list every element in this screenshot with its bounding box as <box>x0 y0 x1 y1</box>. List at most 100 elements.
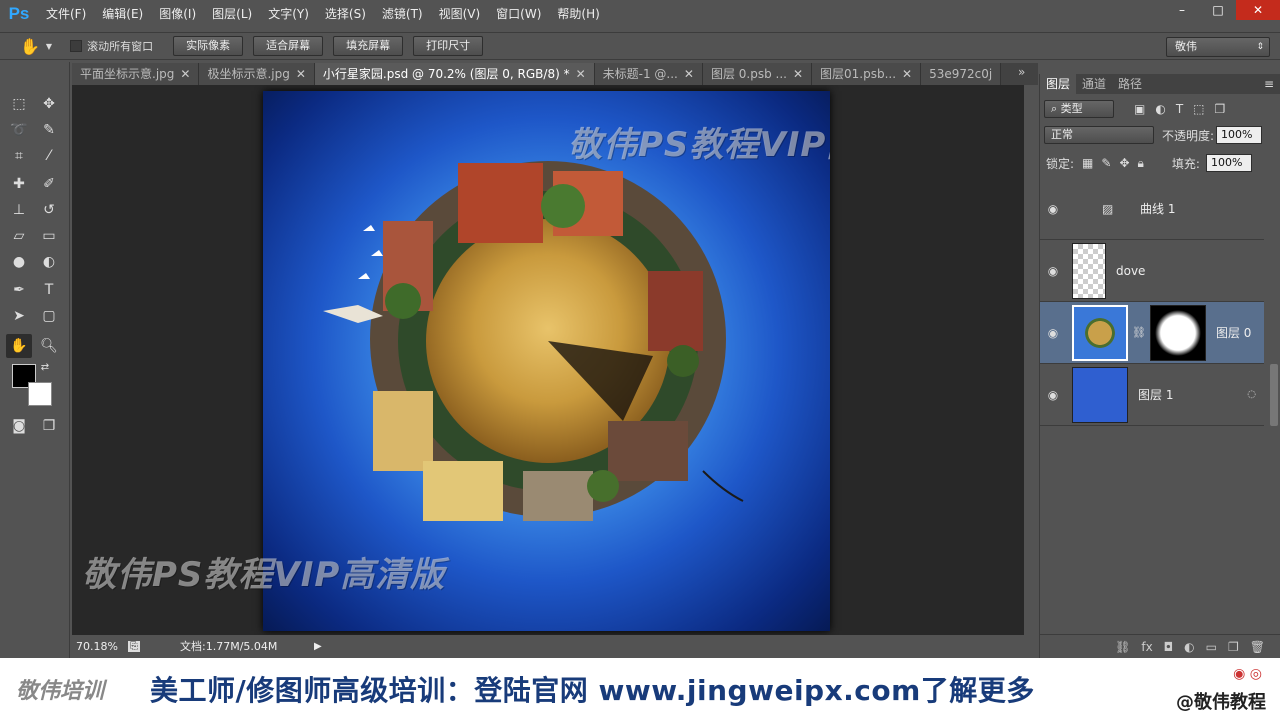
minimize-button[interactable]: – <box>1164 0 1200 20</box>
menu-layer[interactable]: 图层(L) <box>204 0 260 28</box>
filter-smart-icon[interactable]: ❐ <box>1215 102 1226 116</box>
eye-icon[interactable]: ◉ <box>1040 326 1066 340</box>
blur-tool-icon[interactable]: ● <box>6 250 32 274</box>
tabs-overflow-icon[interactable]: » <box>1018 65 1025 79</box>
lock-transparent-icon[interactable]: ▦ <box>1082 156 1093 170</box>
link-layers-icon[interactable]: ⛓ <box>1115 640 1130 654</box>
screen-mode-icon[interactable]: ❐ <box>36 414 62 438</box>
menu-filter[interactable]: 滤镜(T) <box>374 0 431 28</box>
menu-image[interactable]: 图像(I) <box>151 0 204 28</box>
move-tool-icon[interactable]: ✥ <box>36 92 62 116</box>
tab-doc[interactable]: 图层 0.psb ... ✕ <box>702 63 813 85</box>
eye-icon[interactable]: ◉ <box>1040 388 1066 402</box>
layer-row[interactable]: ◉ 图层 1 ◌ <box>1040 364 1264 426</box>
close-icon[interactable]: ✕ <box>793 63 803 85</box>
layers-scrollbar[interactable] <box>1270 364 1278 426</box>
lock-all-icon[interactable]: 🔒︎ <box>1138 156 1144 171</box>
tab-doc[interactable]: 极坐标示意.jpg ✕ <box>199 63 315 85</box>
tab-doc[interactable]: 平面坐标示意.jpg ✕ <box>72 63 200 85</box>
shape-tool-icon[interactable]: ▢ <box>36 304 62 328</box>
menu-window[interactable]: 窗口(W) <box>488 0 549 28</box>
eye-icon[interactable]: ◉ <box>1040 264 1066 278</box>
tab-layers[interactable]: 图层 <box>1040 74 1077 94</box>
gradient-tool-icon[interactable]: ▭ <box>36 224 62 248</box>
options-bar: ✋ ▼ 滚动所有窗口 实际像素 适合屏幕 填充屏幕 打印尺寸 敬伟 ⇕ <box>0 32 1280 60</box>
fill-input[interactable]: 100% <box>1205 154 1252 172</box>
status-menu-icon[interactable]: ▶ <box>314 641 322 652</box>
filter-kind-select[interactable]: ⌕ 类型 <box>1044 100 1114 118</box>
marquee-tool-icon[interactable]: ⬚ <box>6 92 32 116</box>
eyedropper-tool-icon[interactable]: ⁄ <box>36 144 62 168</box>
brush-tool-icon[interactable]: ✐ <box>36 172 62 196</box>
path-select-icon[interactable]: ➤ <box>6 304 32 328</box>
fx-icon[interactable]: fx <box>1141 640 1152 654</box>
zoom-level[interactable]: 70.18% <box>76 640 120 653</box>
history-brush-icon[interactable]: ↺ <box>36 198 62 222</box>
clone-stamp-icon[interactable]: ⊥ <box>6 198 32 222</box>
background-color-swatch[interactable] <box>28 382 52 406</box>
filter-shape-icon[interactable]: ⬚ <box>1193 102 1204 116</box>
adjustment-layer-icon[interactable]: ◐ <box>1184 640 1194 654</box>
opacity-input[interactable]: 100% <box>1216 126 1263 144</box>
layer-row[interactable]: ◉ dove <box>1040 240 1264 302</box>
close-icon[interactable]: ✕ <box>576 63 586 85</box>
lasso-tool-icon[interactable]: ➰ <box>6 118 32 142</box>
close-icon[interactable]: ✕ <box>902 63 912 85</box>
tab-doc[interactable]: 图层01.psb... ✕ <box>812 63 922 85</box>
pen-tool-icon[interactable]: ✒ <box>6 278 32 302</box>
panel-menu-icon[interactable]: ≡ <box>1264 77 1274 91</box>
crop-tool-icon[interactable]: ⌗ <box>6 144 32 168</box>
tab-doc[interactable]: 未标题-1 @... ✕ <box>594 63 703 85</box>
menu-view[interactable]: 视图(V) <box>431 0 489 28</box>
lock-position-icon[interactable]: ✥ <box>1119 156 1129 170</box>
lock-paint-icon[interactable]: ✎ <box>1101 156 1111 170</box>
tab-doc[interactable]: 53e972c0j <box>921 63 1002 85</box>
filter-adjust-icon[interactable]: ◐ <box>1155 102 1165 116</box>
fit-screen-button[interactable]: 适合屏幕 <box>253 36 324 56</box>
filter-type-icon[interactable]: T <box>1176 102 1183 116</box>
scroll-all-checkbox[interactable] <box>70 40 83 52</box>
eye-icon[interactable]: ◉ <box>1040 202 1066 216</box>
menu-file[interactable]: 文件(F) <box>38 0 94 28</box>
canvas-area[interactable]: 敬伟PS教程VIP高清版 敬伟PS教程VIP高清版 <box>72 85 1024 635</box>
menu-select[interactable]: 选择(S) <box>317 0 374 28</box>
hand-tool-preset-icon[interactable]: ✋ <box>20 37 40 56</box>
tab-paths[interactable]: 路径 <box>1112 74 1148 94</box>
fill-screen-button[interactable]: 填充屏幕 <box>333 36 404 56</box>
add-mask-icon[interactable]: ◘ <box>1164 640 1174 654</box>
close-button[interactable]: ✕ <box>1236 0 1280 20</box>
quick-select-tool-icon[interactable]: ✎ <box>36 118 62 142</box>
layer-row-selected[interactable]: ◉ ⛓ 图层 0 <box>1040 302 1264 364</box>
smart-filter-icon[interactable]: ◌ <box>1247 389 1256 400</box>
new-layer-icon[interactable]: ❐ <box>1228 640 1239 654</box>
mask-link-icon[interactable]: ⛓ <box>1132 326 1146 339</box>
menu-type[interactable]: 文字(Y) <box>260 0 317 28</box>
zoom-tool-icon[interactable]: 🔍︎ <box>36 334 62 358</box>
dodge-tool-icon[interactable]: ◐ <box>36 250 62 274</box>
actual-pixels-button[interactable]: 实际像素 <box>173 36 244 56</box>
preset-dropdown-icon[interactable]: ▼ <box>46 42 52 51</box>
print-size-button[interactable]: 打印尺寸 <box>413 36 484 56</box>
menu-edit[interactable]: 编辑(E) <box>94 0 151 28</box>
close-icon[interactable]: ✕ <box>684 63 694 85</box>
tab-doc-active[interactable]: 小行星家园.psd @ 70.2% (图层 0, RGB/8) * ✕ <box>314 63 595 85</box>
eraser-tool-icon[interactable]: ▱ <box>6 224 32 248</box>
swap-colors-icon[interactable]: ⇄ <box>38 360 52 374</box>
new-group-icon[interactable]: ▭ <box>1206 640 1217 654</box>
healing-brush-icon[interactable]: ✚ <box>6 172 32 196</box>
quick-mask-icon[interactable]: ◙ <box>6 414 32 438</box>
close-icon[interactable]: ✕ <box>296 63 306 85</box>
export-icon[interactable]: ⎘ <box>128 640 140 652</box>
close-icon[interactable]: ✕ <box>180 63 190 85</box>
layer-row[interactable]: ◉ ▨ 曲线 1 <box>1040 178 1264 240</box>
menu-help[interactable]: 帮助(H) <box>549 0 607 28</box>
workspace-select[interactable]: 敬伟 ⇕ <box>1166 37 1270 57</box>
hand-tool-icon[interactable]: ✋ <box>6 334 32 358</box>
maximize-button[interactable]: □ <box>1200 0 1236 20</box>
layer-mask-thumbnail[interactable] <box>1149 304 1206 361</box>
tab-channels[interactable]: 通道 <box>1076 74 1112 94</box>
filter-pixel-icon[interactable]: ▣ <box>1134 102 1145 116</box>
trash-icon[interactable]: 🗑︎ <box>1250 640 1265 654</box>
blend-mode-select[interactable]: 正常 <box>1044 126 1154 144</box>
type-tool-icon[interactable]: T <box>36 278 62 302</box>
